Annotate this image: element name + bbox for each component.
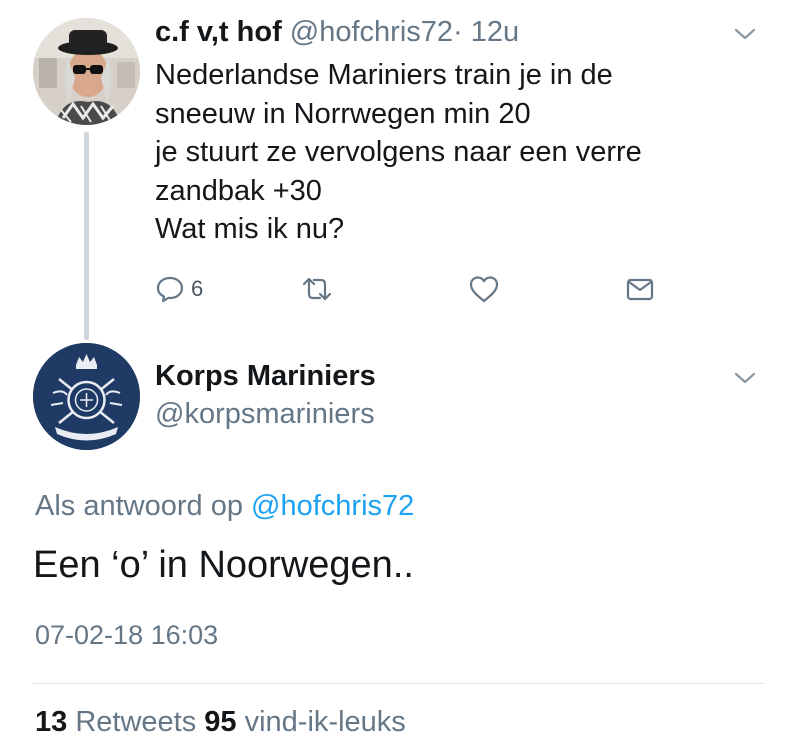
retweet-count: 13 — [35, 706, 68, 738]
reply-button[interactable]: 6 — [155, 271, 203, 307]
retweets-stat[interactable]: 13 Retweets — [35, 706, 196, 738]
reply-timestamp[interactable]: 07-02-18 16:03 — [35, 620, 218, 651]
direct-message-icon — [626, 278, 654, 301]
reply-icon — [156, 276, 184, 303]
tweet-text-line: zandbak +30 — [155, 174, 322, 207]
parent-display-name[interactable]: c.f v,t hof — [155, 16, 282, 48]
reply-mention-link[interactable]: @hofchris72 — [251, 490, 414, 522]
parent-tweet-text: Nederlandse Mariniers train je in de sne… — [155, 56, 755, 249]
retweet-button[interactable] — [300, 271, 334, 307]
avatar-hofchris72[interactable] — [33, 18, 140, 125]
parent-time[interactable]: 12u — [471, 16, 519, 48]
reply-handle[interactable]: @korpsmariniers — [155, 398, 375, 431]
reply-count: 6 — [191, 276, 204, 301]
parent-tweet-header: c.f v,t hof @hofchris72· 12u — [155, 14, 519, 50]
tweet-text-line: sneeuw in Norrwegen min 20 — [155, 97, 531, 130]
reply-display-name[interactable]: Korps Mariniers — [155, 360, 376, 393]
like-button[interactable] — [468, 271, 500, 307]
retweet-label: Retweets — [75, 706, 197, 738]
parent-tweet-actions: 6 — [155, 271, 675, 307]
reply-tweet-text: Een ‘o’ in Noorwegen.. — [33, 544, 414, 586]
like-icon — [469, 276, 499, 303]
divider — [33, 683, 764, 684]
chevron-down-icon — [734, 372, 756, 384]
direct-message-button[interactable] — [625, 271, 655, 307]
parent-handle[interactable]: @hofchris72 — [290, 16, 453, 48]
parent-tweet-menu-button[interactable] — [733, 22, 757, 46]
reply-tweet-menu-button[interactable] — [733, 366, 757, 390]
like-label: vind-ik-leuks — [244, 706, 406, 738]
retweet-icon — [302, 277, 332, 301]
header-separator: · — [453, 16, 463, 48]
tweet-text-line: Nederlandse Mariniers train je in de — [155, 59, 613, 91]
reply-prefix: Als antwoord op — [35, 490, 243, 522]
avatar-korpsmariniers[interactable] — [33, 343, 140, 450]
thread-connector-line — [84, 132, 89, 340]
korps-mariniers-logo — [33, 343, 140, 450]
like-count: 95 — [204, 706, 237, 738]
chevron-down-icon — [734, 28, 756, 40]
tweet-text-line: je stuurt ze vervolgens naar een verre — [155, 136, 642, 168]
engagement-stats: 13 Retweets 95 vind-ik-leuks — [35, 706, 406, 739]
tweet-text-line: Wat mis ik nu? — [155, 213, 345, 245]
avatar-photo — [33, 18, 140, 125]
reply-context: Als antwoord op @hofchris72 — [35, 490, 414, 523]
likes-stat[interactable]: 95 vind-ik-leuks — [204, 706, 406, 738]
